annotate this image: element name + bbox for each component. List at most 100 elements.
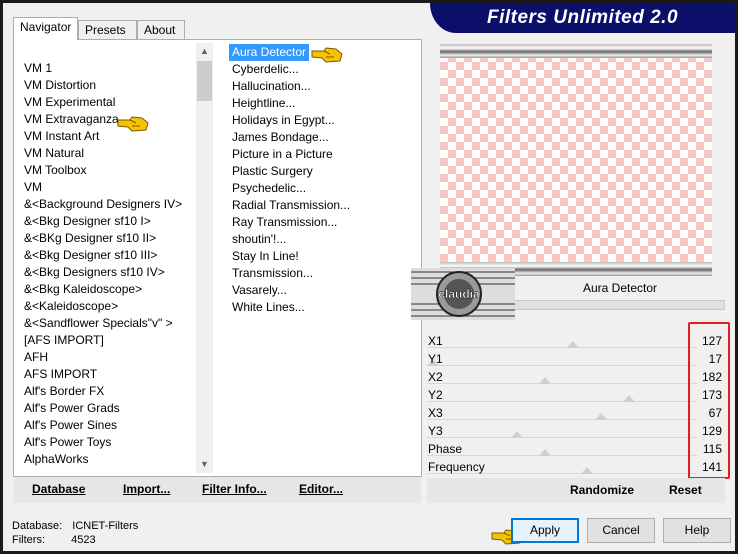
category-item[interactable]: VM Natural: [24, 145, 84, 162]
filter-item[interactable]: Heightline...: [232, 95, 295, 112]
slider-track[interactable]: [427, 401, 697, 402]
category-list[interactable]: VM 1 VM Distortion VM Experimental VM Extra…: [16, 43, 213, 473]
parameter-label: Frequency: [428, 460, 485, 474]
slider-thumb[interactable]: [595, 413, 607, 420]
category-scrollbar[interactable]: ▲ ▼: [196, 43, 213, 473]
pointing-hand-icon: [311, 47, 343, 63]
cancel-button[interactable]: Cancel: [587, 518, 655, 543]
filter-item[interactable]: Cyberdelic...: [232, 61, 299, 78]
category-item[interactable]: &<Sandflower Specials"v" >: [24, 315, 173, 332]
category-item[interactable]: &<Bkg Designers sf10 IV>: [24, 264, 165, 281]
tab-presets[interactable]: Presets: [78, 20, 137, 39]
randomize-button[interactable]: Randomize: [570, 483, 634, 497]
parameter-sliders: X1 127 Y1 17 X2 182 Y2 173 X3 67 Y3 129 Phase 115 Freq…: [427, 320, 725, 478]
parameter-row: X2 182: [427, 368, 725, 386]
filters-label: Filters:: [12, 534, 45, 546]
filter-item[interactable]: Ray Transmission...: [232, 214, 337, 231]
category-item[interactable]: VM Toolbox: [24, 162, 86, 179]
filter-item[interactable]: Vasarely...: [232, 282, 287, 299]
slider-track[interactable]: [427, 347, 697, 348]
filter-item[interactable]: James Bondage...: [232, 129, 329, 146]
database-label: Database:: [12, 520, 63, 532]
parameter-toolbar: Randomize Reset: [427, 478, 725, 503]
filter-item[interactable]: Plastic Surgery: [232, 163, 313, 180]
editor-button[interactable]: Editor...: [299, 482, 343, 496]
slider-track[interactable]: [427, 419, 697, 420]
slider-thumb[interactable]: [539, 377, 551, 384]
parameter-label: Phase: [428, 442, 463, 456]
category-item[interactable]: VM: [24, 179, 42, 196]
parameter-label: X3: [428, 406, 443, 420]
preview-image: [440, 54, 712, 272]
apply-button[interactable]: Apply: [511, 518, 579, 543]
filter-name-box: Aura Detector: [515, 276, 725, 300]
watermark-text: claudia: [438, 287, 480, 301]
slider-track[interactable]: [427, 383, 697, 384]
category-item[interactable]: Alf's Power Grads: [24, 400, 120, 417]
category-item[interactable]: Alf's Power Toys: [24, 434, 111, 451]
filter-info-button[interactable]: Filter Info...: [202, 482, 267, 496]
parameter-row: X1 127: [427, 332, 725, 350]
category-item[interactable]: VM Experimental: [24, 94, 115, 111]
filter-item[interactable]: Psychedelic...: [232, 180, 306, 197]
filter-item[interactable]: Holidays in Egypt...: [232, 112, 335, 129]
filter-item[interactable]: Hallucination...: [232, 78, 311, 95]
slider-thumb[interactable]: [539, 449, 551, 456]
filter-item[interactable]: shoutin'!...: [232, 231, 286, 248]
filter-list[interactable]: Aura Detector Cyberdelic... Hallucination.…: [222, 43, 417, 473]
slider-track[interactable]: [427, 455, 697, 456]
parameter-label: X1: [428, 334, 443, 348]
tab-about[interactable]: About: [137, 20, 185, 39]
category-item[interactable]: AFS IMPORT: [24, 366, 97, 383]
filter-item[interactable]: Stay In Line!: [232, 248, 299, 265]
category-item[interactable]: [AFS IMPORT]: [24, 332, 104, 349]
category-item[interactable]: Alf's Power Sines: [24, 417, 117, 434]
slider-thumb[interactable]: [511, 431, 523, 438]
category-item[interactable]: &<Background Designers IV>: [24, 196, 182, 213]
scroll-up-icon[interactable]: ▲: [199, 46, 210, 57]
filters-count: 4523: [71, 534, 96, 546]
import-button[interactable]: Import...: [123, 482, 170, 496]
app-title: Filters Unlimited 2.0: [486, 7, 679, 28]
parameter-label: Y2: [428, 388, 443, 402]
slider-thumb[interactable]: [567, 341, 579, 348]
filter-item[interactable]: Transmission...: [232, 265, 313, 282]
category-item[interactable]: VM Instant Art: [24, 128, 99, 145]
category-item[interactable]: VM Extravaganza: [24, 111, 119, 128]
slider-track[interactable]: [427, 365, 697, 366]
category-item[interactable]: &<Bkg Designer sf10 I>: [24, 213, 151, 230]
parameter-row: X3 67: [427, 404, 725, 422]
database-button[interactable]: Database: [32, 482, 85, 496]
slider-thumb[interactable]: [623, 395, 635, 402]
category-item[interactable]: Alf's Border FX: [24, 383, 104, 400]
slider-thumb[interactable]: [581, 467, 593, 474]
scroll-down-icon[interactable]: ▼: [199, 459, 210, 470]
help-button[interactable]: Help: [663, 518, 731, 543]
category-item[interactable]: &<BKg Designer sf10 II>: [24, 230, 156, 247]
parameter-label: Y1: [428, 352, 443, 366]
category-item[interactable]: VM 1: [24, 60, 52, 77]
filter-item[interactable]: White Lines...: [232, 299, 305, 316]
scroll-thumb[interactable]: [197, 61, 212, 101]
category-item[interactable]: AFH: [24, 349, 48, 366]
filter-item[interactable]: Picture in a Picture: [232, 146, 333, 163]
status-area: Database: ICNET-Filters Filters: 4523: [12, 519, 138, 547]
parameter-row: Y3 129: [427, 422, 725, 440]
category-item[interactable]: VM Distortion: [24, 77, 96, 94]
slider-track[interactable]: [427, 437, 697, 438]
category-item[interactable]: &<Bkg Kaleidoscope>: [24, 281, 142, 298]
preview-top-border: [440, 44, 712, 58]
filter-item[interactable]: Aura Detector: [229, 44, 310, 61]
parameter-row: Phase 115: [427, 440, 725, 458]
value-highlight-box: [688, 322, 730, 479]
parameter-row: Y2 173: [427, 386, 725, 404]
category-item[interactable]: &<Kaleidoscope>: [24, 298, 118, 315]
parameter-label: X2: [428, 370, 443, 384]
reset-button[interactable]: Reset: [669, 483, 702, 497]
category-item[interactable]: AlphaWorks: [24, 451, 88, 468]
database-value: ICNET-Filters: [72, 520, 139, 532]
parameter-row: Y1 17: [427, 350, 725, 368]
tab-navigator[interactable]: Navigator: [13, 17, 78, 40]
category-item[interactable]: &<Bkg Designer sf10 III>: [24, 247, 157, 264]
filter-item[interactable]: Radial Transmission...: [232, 197, 350, 214]
